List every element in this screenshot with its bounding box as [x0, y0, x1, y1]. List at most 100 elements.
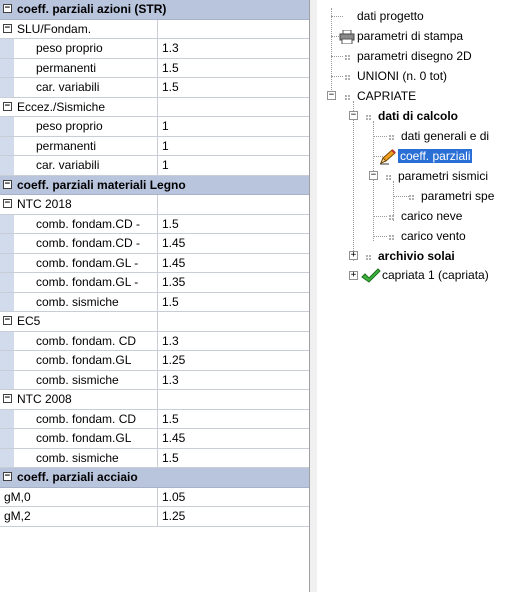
column-separator: [157, 97, 158, 116]
tree-item-parametri-spe[interactable]: parametri spe: [409, 187, 494, 205]
grid-property-row[interactable]: comb. fondam.CD - 1.5: [0, 214, 309, 234]
collapse-icon[interactable]: −: [327, 91, 336, 100]
grid-section-row[interactable]: − coeff. parziali materiali Legno: [0, 175, 309, 195]
grid-property-row[interactable]: permanenti 1: [0, 136, 309, 156]
collapse-icon[interactable]: −: [3, 394, 12, 403]
tree-item-parametri-sismici[interactable]: parametri sismici: [386, 167, 488, 185]
tree-item-parametri-stampa[interactable]: parametri di stampa: [339, 27, 463, 45]
property-value[interactable]: 1.3: [162, 332, 179, 351]
grid-section-row[interactable]: − coeff. parziali acciaio: [0, 468, 309, 488]
property-value[interactable]: 1.5: [162, 410, 179, 429]
grid-property-row[interactable]: comb. sismiche 1.5: [0, 448, 309, 468]
grid-group-row[interactable]: − EC5: [0, 312, 309, 332]
collapse-icon[interactable]: −: [3, 316, 12, 325]
tree-item-carico-neve[interactable]: carico neve: [389, 207, 462, 225]
tree-item-capriata-1[interactable]: capriata 1 (capriata): [361, 266, 489, 284]
property-value[interactable]: 1.5: [162, 293, 179, 312]
property-value[interactable]: 1.45: [162, 254, 185, 273]
folder-icon: [386, 175, 392, 181]
grid-property-row[interactable]: comb. fondam.CD - 1.45: [0, 234, 309, 254]
property-value[interactable]: 1: [162, 117, 169, 136]
grid-group-row[interactable]: − Eccez./Sismiche: [0, 97, 309, 117]
row-margin: [0, 136, 14, 155]
tree-item-capriate[interactable]: CAPRIATE: [345, 87, 416, 105]
tree-item-carico-vento[interactable]: carico vento: [389, 227, 466, 245]
property-label: comb. fondam.GL: [36, 431, 132, 445]
grid-property-row[interactable]: comb. sismiche 1.5: [0, 292, 309, 312]
grid-group-row[interactable]: − SLU/Fondam.: [0, 19, 309, 39]
collapse-icon[interactable]: −: [3, 199, 12, 208]
folder-icon: [366, 255, 372, 261]
tree-item-dati-progetto[interactable]: dati progetto: [357, 7, 424, 25]
column-separator: [157, 331, 158, 350]
expand-icon[interactable]: +: [349, 251, 358, 260]
row-margin: [0, 448, 14, 467]
leaf-icon: [345, 75, 351, 81]
pencil-icon: [379, 149, 397, 165]
grid-group-row[interactable]: − NTC 2008: [0, 390, 309, 410]
grid-property-row[interactable]: car. variabili 1.5: [0, 78, 309, 98]
panel-splitter[interactable]: [309, 0, 317, 592]
project-tree[interactable]: dati progetto parametri di stampa parame…: [317, 0, 518, 592]
property-value[interactable]: 1.3: [162, 371, 179, 390]
property-value[interactable]: 1.5: [162, 59, 179, 78]
grid-property-row[interactable]: permanenti 1.5: [0, 58, 309, 78]
grid-property-row[interactable]: comb. fondam.GL 1.45: [0, 429, 309, 449]
grid-section-row[interactable]: − coeff. parziali azioni (STR): [0, 0, 309, 20]
property-value[interactable]: 1: [162, 156, 169, 175]
property-value[interactable]: 1.5: [162, 78, 179, 97]
property-value[interactable]: 1.5: [162, 449, 179, 468]
tree-item-label: carico vento: [401, 229, 466, 243]
grid-group-row[interactable]: − NTC 2018: [0, 195, 309, 215]
grid-property-row[interactable]: comb. fondam. CD 1.3: [0, 331, 309, 351]
collapse-icon[interactable]: −: [349, 111, 358, 120]
property-label: car. variabili: [36, 80, 100, 94]
property-value[interactable]: 1.25: [162, 507, 185, 526]
property-label: gM,0: [4, 489, 31, 504]
tree-item-unioni[interactable]: UNIONI (n. 0 tot): [345, 67, 447, 85]
column-separator: [157, 273, 158, 292]
property-label: Eccez./Sismiche: [17, 99, 106, 114]
grid-property-row[interactable]: peso proprio 1.3: [0, 39, 309, 59]
property-value[interactable]: 1.5: [162, 215, 179, 234]
grid-property-row[interactable]: peso proprio 1: [0, 117, 309, 137]
grid-property-row[interactable]: comb. fondam.GL 1.25: [0, 351, 309, 371]
column-separator: [157, 214, 158, 233]
property-label: comb. fondam.GL -: [36, 255, 139, 270]
tree-item-label: parametri disegno 2D: [357, 49, 472, 63]
property-value[interactable]: 1.45: [162, 234, 185, 253]
tree-item-dati-calcolo[interactable]: dati di calcolo: [366, 107, 458, 125]
collapse-icon[interactable]: −: [3, 4, 12, 13]
grid-property-row[interactable]: comb. fondam.GL - 1.35: [0, 273, 309, 293]
grid-property-row[interactable]: gM,0 1.05: [0, 487, 309, 507]
tree-item-archivio-solai[interactable]: archivio solai: [366, 247, 455, 265]
column-separator: [157, 117, 158, 136]
tree-item-parametri-disegno[interactable]: parametri disegno 2D: [345, 47, 472, 65]
leaf-icon: [345, 55, 351, 61]
collapse-icon[interactable]: −: [3, 23, 12, 33]
collapse-icon[interactable]: −: [3, 472, 12, 481]
leaf-icon: [389, 215, 395, 221]
property-label: EC5: [17, 314, 41, 328]
property-label: comb. sismiche: [36, 450, 119, 465]
collapse-icon[interactable]: −: [369, 171, 378, 180]
property-value[interactable]: 1: [162, 137, 169, 156]
grid-property-row[interactable]: car. variabili 1: [0, 156, 309, 176]
grid-property-row[interactable]: gM,2 1.25: [0, 507, 309, 527]
property-value[interactable]: 1.25: [162, 351, 185, 370]
grid-property-row[interactable]: comb. fondam.GL - 1.45: [0, 253, 309, 273]
property-value[interactable]: 1.45: [162, 429, 185, 448]
grid-property-row[interactable]: comb. fondam. CD 1.5: [0, 409, 309, 429]
collapse-icon[interactable]: −: [3, 101, 12, 111]
property-value[interactable]: 1.3: [162, 39, 179, 58]
tree-item-dati-generali[interactable]: dati generali e di: [389, 127, 489, 145]
property-grid[interactable]: − coeff. parziali azioni (STR) − SLU/Fondam…: [0, 0, 309, 592]
property-value[interactable]: 1.05: [162, 488, 185, 507]
tree-item-label: coeff. parziali: [398, 149, 473, 163]
property-value[interactable]: 1.35: [162, 273, 185, 292]
grid-property-row[interactable]: comb. sismiche 1.3: [0, 370, 309, 390]
collapse-icon[interactable]: −: [3, 179, 12, 189]
expand-icon[interactable]: +: [349, 271, 358, 280]
tree-item-coeff-parziali[interactable]: coeff. parziali: [379, 147, 473, 165]
leaf-icon: [409, 195, 415, 201]
